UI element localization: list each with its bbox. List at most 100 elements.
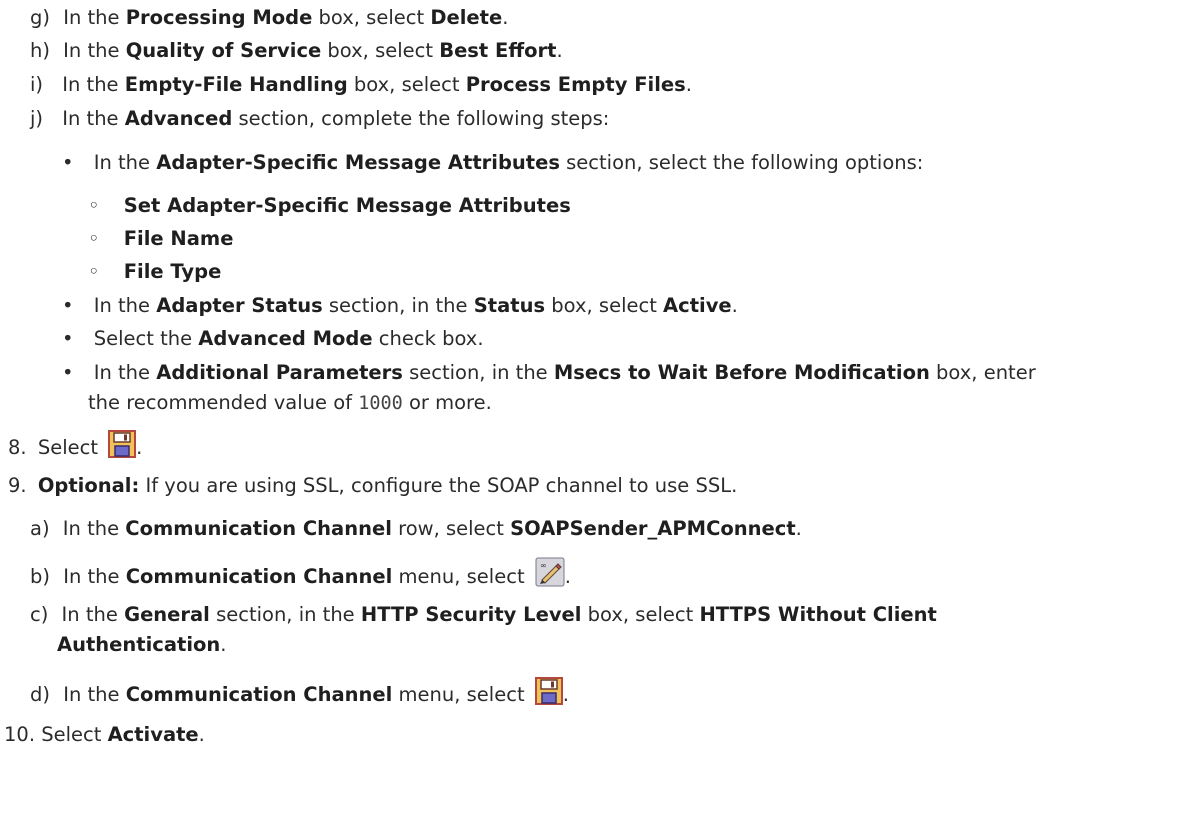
ui-term: SOAPSender_APMConnect (510, 517, 796, 540)
bullet-marker: • (62, 151, 74, 174)
code-value: 1000 (358, 393, 403, 414)
text: the recommended value of (88, 391, 359, 414)
bullet-item: • In the Additional Parameters section, … (62, 360, 1036, 386)
text: In the (62, 107, 125, 130)
step-9c-continuation: Authentication. (57, 632, 227, 658)
text: In the (93, 151, 157, 174)
ui-term: Advanced Mode (198, 327, 373, 350)
step-g: g) In the Processing Mode box, select De… (30, 5, 508, 31)
ui-term: Set Adapter-Specific Message Attributes (123, 194, 571, 217)
ui-term: General (124, 603, 210, 626)
text: In the (93, 294, 157, 317)
text: . (198, 723, 205, 746)
text: In the (62, 73, 125, 96)
step-number: 9. (8, 474, 27, 497)
ui-term: File Type (123, 260, 222, 283)
ui-term: Activate (107, 723, 199, 746)
bullet-item: • In the Adapter-Specific Message Attrib… (62, 150, 923, 176)
bullet-item: • In the Adapter Status section, in the … (62, 293, 738, 319)
ui-term: Optional: (37, 474, 140, 497)
ui-term: Authentication (57, 633, 221, 656)
ui-term: Quality of Service (125, 39, 322, 62)
ui-term: Adapter Status (156, 294, 323, 317)
sub-bullet-marker: ◦ (88, 194, 100, 217)
text: In the (63, 39, 126, 62)
text: box, select (545, 294, 664, 317)
text: . (556, 39, 563, 62)
ui-term: Best Effort (439, 39, 557, 62)
step-i: i) In the Empty-File Handling box, selec… (30, 72, 692, 98)
text: row, select (391, 517, 511, 540)
ui-term: HTTPS Without Client (699, 603, 937, 626)
save-icon[interactable] (534, 677, 563, 712)
svg-text:∞: ∞ (540, 561, 547, 570)
text: Select the (93, 327, 199, 350)
edit-pencil-icon[interactable]: ∞ (535, 557, 565, 594)
text: menu, select (392, 683, 531, 706)
step-number: 8. (8, 436, 27, 459)
ui-term: Empty-File Handling (124, 73, 348, 96)
ui-term: Active (663, 294, 732, 317)
bullet-marker: • (62, 361, 74, 384)
bullet-marker: • (62, 294, 74, 317)
sub-bullet-marker: ◦ (88, 227, 100, 250)
ui-term: Communication Channel (125, 683, 393, 706)
step-marker: c) (30, 603, 49, 626)
text: In the (63, 683, 126, 706)
step-marker: h) (30, 39, 50, 62)
text: . (564, 565, 571, 588)
bullet-item: • Select the Advanced Mode check box. (62, 326, 484, 352)
text: section, in the (402, 361, 554, 384)
ui-term: Process Empty Files (465, 73, 686, 96)
text: section, in the (209, 603, 361, 626)
ui-term: Status (473, 294, 546, 317)
step-9a: a) In the Communication Channel row, sel… (30, 516, 802, 542)
sub-bullet-marker: ◦ (88, 260, 100, 283)
step-9b: b) In the Communication Channel menu, se… (30, 557, 571, 594)
ui-term: File Name (123, 227, 234, 250)
ui-term: Processing Mode (125, 6, 313, 29)
text: box, select (312, 6, 431, 29)
text: . (795, 517, 802, 540)
text: or more. (402, 391, 492, 414)
text: menu, select (392, 565, 531, 588)
step-marker: i) (30, 73, 44, 96)
text: . (562, 683, 569, 706)
text: box, select (321, 39, 440, 62)
text: box, select (347, 73, 466, 96)
text: section, in the (322, 294, 474, 317)
text: . (731, 294, 738, 317)
text: . (685, 73, 692, 96)
step-h: h) In the Quality of Service box, select… (30, 38, 563, 64)
text: section, select the following options: (559, 151, 924, 174)
save-icon[interactable] (108, 430, 137, 465)
text: In the (63, 6, 126, 29)
ui-term: Adapter-Specific Message Attributes (156, 151, 560, 174)
text: In the (93, 361, 157, 384)
bullet-marker: • (62, 327, 74, 350)
ui-term: Communication Channel (125, 517, 392, 540)
step-9c: c) In the General section, in the HTTP S… (30, 602, 937, 628)
ui-term: HTTP Security Level (360, 603, 582, 626)
step-9: 9. Optional: If you are using SSL, confi… (8, 473, 737, 499)
step-marker: j) (30, 107, 44, 130)
sub-bullet-item: ◦ File Name (88, 226, 233, 252)
step-number: 10. (4, 723, 36, 746)
step-8: 8. Select . (8, 430, 142, 465)
step-9d: d) In the Communication Channel menu, se… (30, 677, 569, 712)
step-marker: d) (30, 683, 50, 706)
step-marker: g) (30, 6, 50, 29)
text: box, enter (929, 361, 1036, 384)
text: If you are using SSL, configure the SOAP… (139, 474, 738, 497)
ui-term: Additional Parameters (156, 361, 403, 384)
text: In the (63, 565, 126, 588)
text: . (136, 436, 143, 459)
ui-term: Advanced (124, 107, 233, 130)
step-j: j) In the Advanced section, complete the… (30, 106, 609, 132)
ui-term: Msecs to Wait Before Modification (553, 361, 930, 384)
text: Select (41, 723, 108, 746)
text: section, complete the following steps: (232, 107, 610, 130)
text: Select (37, 436, 105, 459)
bullet-item-continuation: the recommended value of 1000 or more. (88, 390, 492, 417)
text: . (502, 6, 509, 29)
